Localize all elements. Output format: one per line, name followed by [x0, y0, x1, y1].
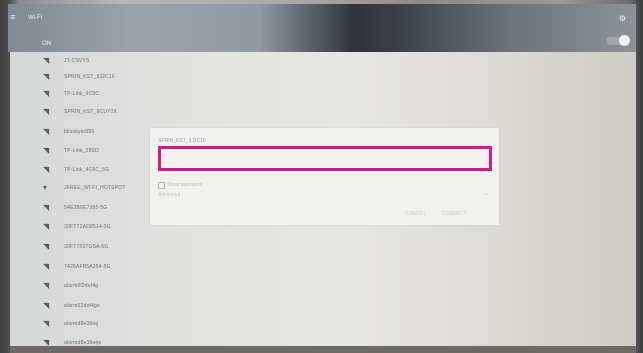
network-name: alarmd8e38eg	[64, 321, 99, 327]
page-title: Wi-Fi	[28, 15, 42, 21]
network-name: alarm02def4ge	[64, 303, 100, 309]
network-item[interactable]: ◥ SPRIN_KST_9J2C1F	[10, 72, 250, 86]
network-name: JT-CSVYS	[64, 58, 90, 64]
wifi-icon: ▾	[43, 183, 48, 192]
network-name: JFREE_WI-FI_HOTSPOT	[64, 185, 126, 191]
wifi-on-label: ON	[42, 41, 51, 47]
wifi-lock-icon: ◥	[43, 56, 50, 65]
network-name: 54E3B6E7355-5G	[64, 205, 108, 211]
network-item[interactable]: ◥ alarm02def4ge	[10, 301, 250, 315]
wifi-lock-icon: ◥	[43, 72, 50, 81]
wifi-toggle[interactable]	[606, 35, 630, 46]
password-field[interactable]	[158, 146, 492, 171]
wifi-lock-icon: ◥	[43, 203, 50, 212]
network-name: alarm0l2def4g	[64, 283, 99, 289]
wifi-lock-icon: ◥	[43, 89, 50, 98]
wifi-lock-icon: ◥	[43, 319, 50, 328]
wifi-lock-icon: ◥	[43, 165, 50, 174]
wifi-lock-icon: ◥	[43, 127, 50, 136]
network-name: SPRIN_KST_9CUY2X	[64, 109, 118, 115]
network-name: TP-Link_4C6C	[64, 91, 100, 97]
wifi-lock-icon: ◥	[43, 262, 50, 271]
wifi-header-bar: ≡ Wi-Fi ⚙ ON	[8, 4, 636, 52]
cancel-button[interactable]: CANCEL	[406, 211, 426, 217]
show-password-label: Show password	[167, 182, 203, 188]
chevron-down-icon[interactable]: ⌄	[484, 190, 489, 197]
network-name: 30FTT2AD8514-5G	[64, 224, 111, 230]
network-name: 7425AFB5A354-5G	[64, 264, 111, 270]
advanced-options[interactable]: Advanced	[158, 192, 180, 198]
connect-button[interactable]: CONNECT	[442, 211, 467, 217]
network-item[interactable]: ◥ 30FT7597GSA-5G	[10, 242, 250, 256]
gear-icon[interactable]: ⚙	[619, 14, 626, 23]
wifi-lock-icon: ◥	[43, 281, 50, 290]
network-name: SPRIN_KST_9J2C1F	[64, 74, 116, 80]
connect-dialog: SPRIN_KST_9J2C1F Show password Advanced …	[150, 128, 499, 225]
network-item[interactable]: ◥ alarm0l2def4g	[10, 281, 250, 295]
network-name: TP-Link_4C6C_5G	[64, 167, 110, 173]
network-name: 30FT7597GSA-5G	[64, 244, 109, 250]
wifi-lock-icon: ◥	[43, 222, 50, 231]
show-password-checkbox[interactable]	[158, 182, 165, 189]
dialog-title: SPRIN_KST_9J2C1F	[158, 138, 207, 144]
network-item[interactable]: ◥ alarmd8e38eg	[10, 319, 250, 333]
network-item[interactable]: ◥ TP-Link_4C6C	[10, 89, 250, 103]
toggle-knob	[619, 35, 630, 46]
network-name: TP-Link_2B5D	[64, 148, 99, 154]
screen-bezel	[10, 346, 636, 353]
wifi-lock-icon: ◥	[43, 301, 50, 310]
wifi-lock-icon: ◥	[43, 146, 50, 155]
network-name: blissbyte999	[64, 129, 95, 135]
menu-icon[interactable]: ≡	[10, 12, 15, 22]
network-item[interactable]: ◥ 7425AFB5A354-5G	[10, 262, 250, 276]
wifi-lock-icon: ◥	[43, 107, 50, 116]
network-item[interactable]: ◥ SPRIN_KST_9CUY2X	[10, 107, 250, 121]
network-item[interactable]: ◥ JT-CSVYS	[10, 56, 250, 70]
wifi-lock-icon: ◥	[43, 242, 50, 251]
